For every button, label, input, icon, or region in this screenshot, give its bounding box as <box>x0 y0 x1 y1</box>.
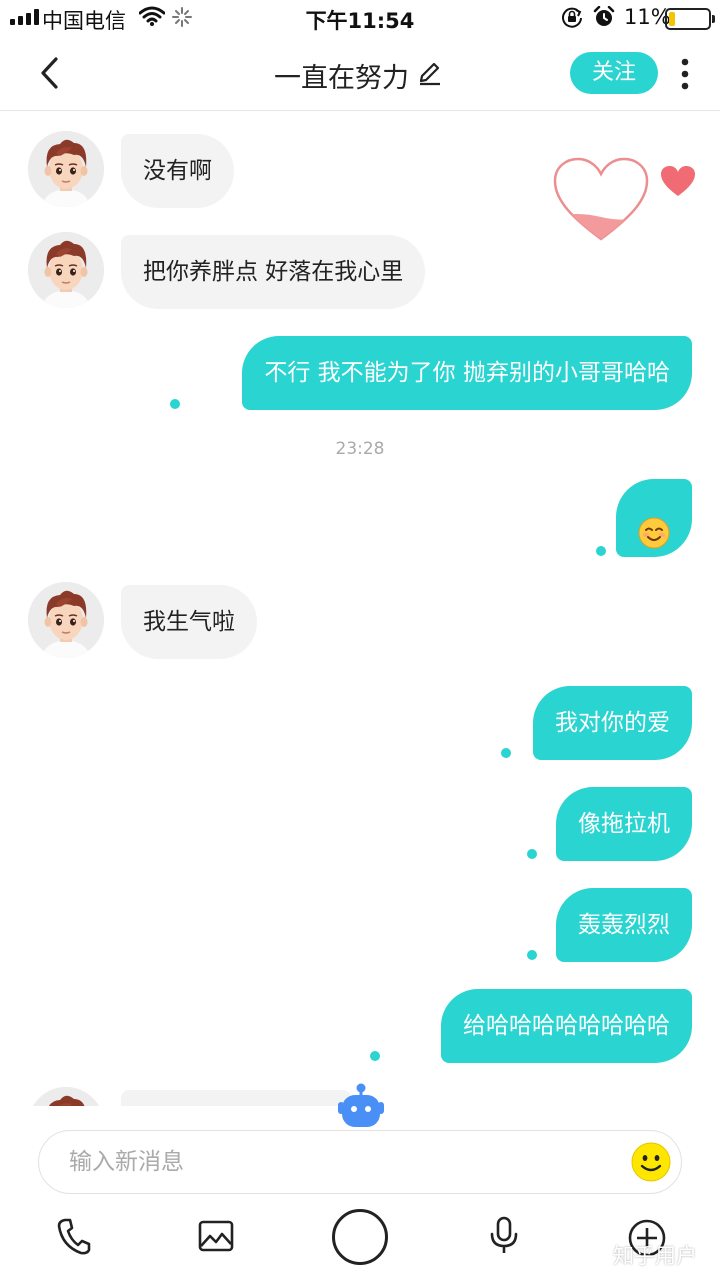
record-button[interactable] <box>332 1209 388 1265</box>
bubble-tail-dot <box>596 546 606 556</box>
alarm-icon <box>593 6 615 26</box>
image-icon[interactable] <box>198 1220 234 1254</box>
page-title: 一直在努力 <box>274 63 409 94</box>
bubble-tail-dot <box>501 748 511 758</box>
battery-icon <box>665 8 715 30</box>
back-icon[interactable] <box>34 56 64 90</box>
bubble-tail-dot <box>170 399 180 409</box>
heart-meter-icon[interactable] <box>552 157 650 243</box>
robot-icon[interactable] <box>337 1082 385 1128</box>
more-icon[interactable] <box>680 58 690 90</box>
message-bubble-incoming[interactable]: 把你养胖点 好落在我心里 <box>121 235 426 309</box>
message-bubble-outgoing[interactable]: 轰轰烈烈 <box>556 888 692 962</box>
battery-percentage: 11% <box>624 5 671 29</box>
follow-button[interactable]: 关注 <box>570 52 658 94</box>
message-bubble-outgoing[interactable] <box>616 479 692 557</box>
avatar[interactable] <box>28 131 104 207</box>
message-bubble-outgoing[interactable]: 不行 我不能为了你 抛弃别的小哥哥哈哈 <box>242 336 692 410</box>
edit-icon[interactable] <box>418 62 442 86</box>
chat-area[interactable]: 没有啊 把你养胖点 好落在我心里 不行 我不能为了你 抛弃别的小哥哥哈哈 23:… <box>0 111 720 1106</box>
smiley-emoji-icon <box>638 517 670 549</box>
message-input[interactable] <box>69 1141 609 1183</box>
message-bubble-outgoing[interactable]: 像拖拉机 <box>556 787 692 861</box>
message-bubble-incoming[interactable]: 我生气啦 <box>121 585 257 659</box>
message-bubble-incoming[interactable]: 没有啊 <box>121 134 234 208</box>
bubble-tail-dot <box>527 849 537 859</box>
phone-icon[interactable] <box>57 1218 91 1256</box>
bubble-tail-dot <box>527 950 537 960</box>
heart-icon[interactable] <box>660 165 696 197</box>
message-bubble-incoming[interactable] <box>121 1090 351 1106</box>
bubble-tail-dot <box>370 1051 380 1061</box>
message-bubble-outgoing[interactable]: 我对你的爱 <box>533 686 692 760</box>
status-bar: 中国电信 下午11:54 11% <box>0 0 720 36</box>
message-bubble-outgoing[interactable]: 给哈哈哈哈哈哈哈哈 <box>441 989 692 1063</box>
microphone-icon[interactable] <box>488 1216 520 1256</box>
orientation-lock-icon <box>562 7 582 28</box>
avatar[interactable] <box>28 232 104 308</box>
message-input-bar <box>38 1130 682 1194</box>
message-timestamp: 23:28 <box>335 439 385 459</box>
watermark: 知乎用户 <box>613 1244 697 1268</box>
nav-bar: 一直在努力 关注 <box>0 36 720 111</box>
avatar[interactable] <box>28 1087 104 1106</box>
avatar[interactable] <box>28 582 104 658</box>
emoji-button-icon[interactable] <box>631 1142 671 1182</box>
